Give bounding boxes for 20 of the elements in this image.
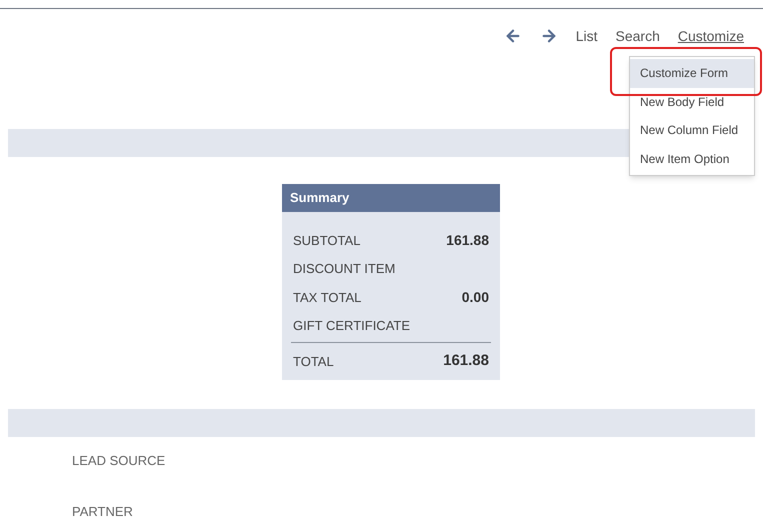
- field-label: LEAD SOURCE: [72, 452, 166, 470]
- forward-arrow-icon[interactable]: [540, 27, 558, 45]
- total-value: 161.88: [443, 351, 489, 372]
- summary-label: DISCOUNT ITEM: [293, 260, 396, 278]
- total-label: TOTAL: [293, 352, 334, 371]
- menu-item[interactable]: Customize Form: [630, 59, 754, 88]
- summary-title: Summary: [282, 184, 500, 212]
- back-arrow-icon[interactable]: [504, 27, 522, 45]
- summary-value: 0.00: [462, 288, 489, 307]
- nav-link[interactable]: Search: [616, 26, 660, 46]
- menu-item[interactable]: New Column Field: [630, 116, 754, 144]
- field-label: PARTNER: [72, 502, 134, 520]
- summary-value: 161.88: [446, 230, 489, 250]
- nav-link[interactable]: List: [576, 26, 598, 46]
- summary-label: GIFT CERTIFICATE: [293, 317, 410, 335]
- summary-label: SUBTOTAL: [293, 232, 360, 250]
- menu-item[interactable]: New Item Option: [630, 144, 754, 173]
- menu-item[interactable]: New Body Field: [630, 88, 754, 116]
- summary-label: TAX TOTAL: [293, 288, 362, 306]
- nav-link[interactable]: Customize: [678, 26, 744, 46]
